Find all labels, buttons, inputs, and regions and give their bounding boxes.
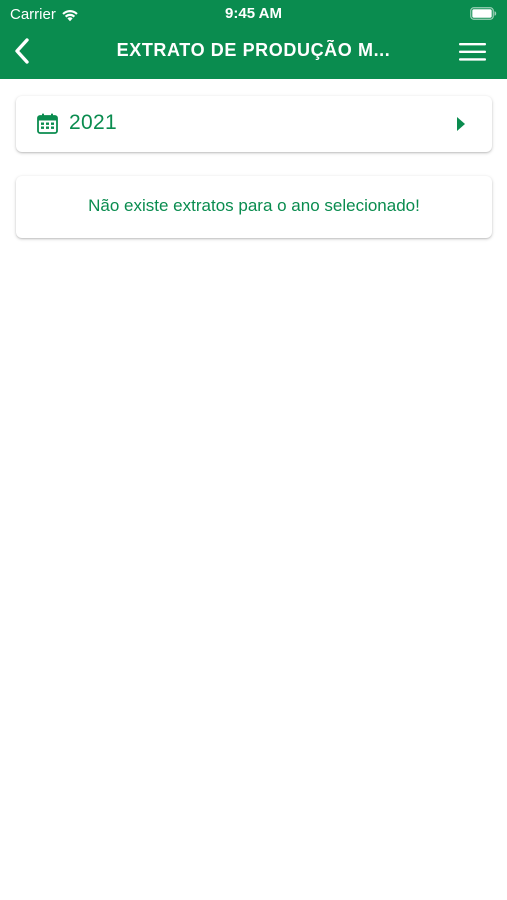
caret-right-icon[interactable] — [454, 115, 468, 133]
year-selector-card[interactable]: 2021 — [16, 96, 492, 152]
selected-year: 2021 — [69, 111, 117, 134]
menu-button[interactable] — [459, 42, 487, 62]
page-title: EXTRATO DE PRODUÇÃO M... — [116, 40, 391, 60]
navigation-bar: EXTRATO DE PRODUÇÃO M... — [0, 28, 507, 79]
battery-icon — [470, 7, 497, 20]
status-time: 9:45 AM — [225, 5, 282, 22]
chevron-left-icon — [15, 38, 29, 64]
app-screen: Carrier 9:45 AM EXTRATO DE PRODUÇÃO M...… — [0, 0, 507, 900]
status-bar: Carrier 9:45 AM — [0, 0, 507, 28]
calendar-icon — [37, 113, 58, 134]
back-button[interactable] — [8, 36, 36, 66]
empty-state-card: Não existe extratos para o ano seleciona… — [16, 176, 492, 238]
header: Carrier 9:45 AM EXTRATO DE PRODUÇÃO M... — [0, 0, 507, 79]
empty-state-message: Não existe extratos para o ano seleciona… — [88, 196, 420, 215]
hamburger-menu-icon — [459, 43, 486, 61]
